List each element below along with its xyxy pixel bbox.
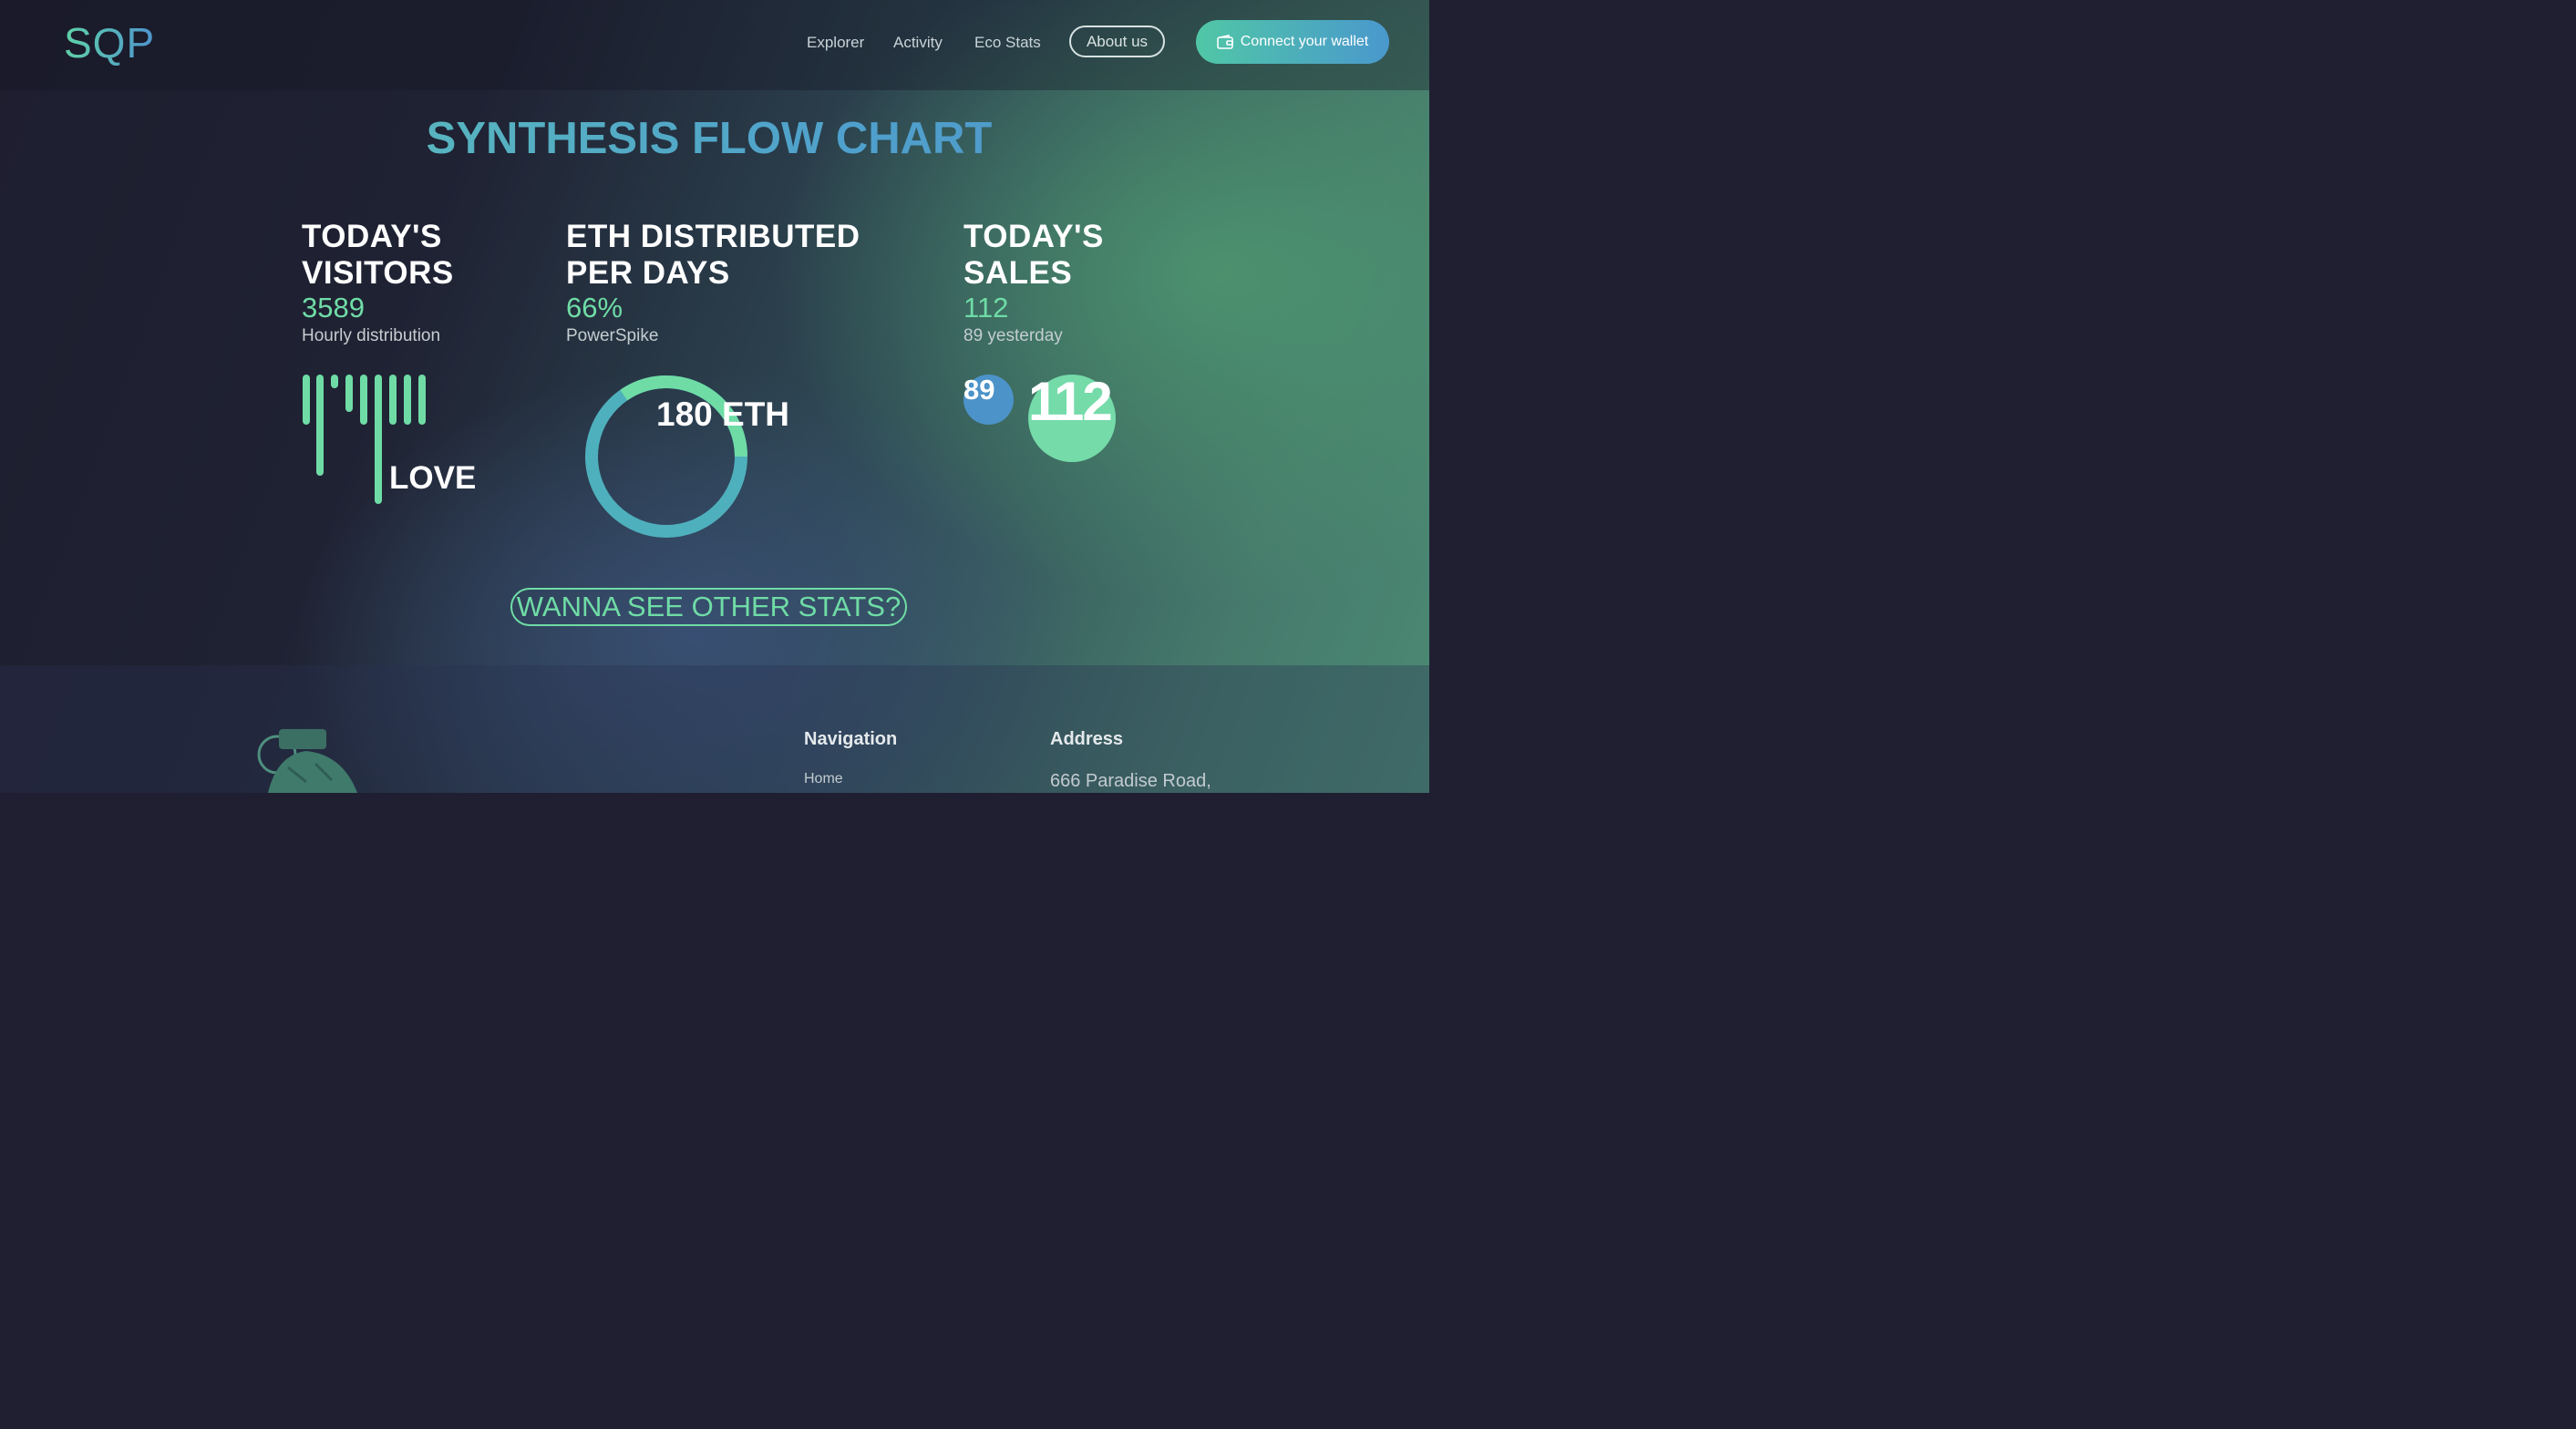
eth-title: ETH DISTRIBUTED PER DAYS	[566, 219, 860, 291]
footer-home-link[interactable]: Home	[804, 771, 843, 787]
visitors-value: 3589	[302, 292, 365, 324]
about-us-button[interactable]: About us	[1069, 26, 1165, 57]
hour-bar	[360, 375, 367, 425]
footer	[0, 665, 1429, 793]
hour-bar	[404, 375, 411, 425]
sales-title: TODAY'S SALES	[963, 219, 1104, 291]
hour-bar	[375, 375, 382, 504]
hour-bar	[331, 375, 338, 388]
today-bubble-label: 112	[1028, 371, 1113, 432]
hour-bar	[316, 375, 324, 476]
grenade-image	[252, 727, 361, 797]
yesterday-bubble-label: 89	[963, 374, 995, 406]
visitors-title: TODAY'S VISITORS	[302, 219, 454, 291]
footer-address-heading: Address	[1050, 729, 1124, 749]
hour-bar	[389, 375, 397, 425]
nav-eco-stats[interactable]: Eco Stats	[974, 34, 1041, 52]
footer-navigation-heading: Navigation	[804, 729, 898, 749]
hour-bar	[345, 375, 353, 412]
eth-value: 66%	[566, 292, 623, 324]
other-stats-button[interactable]: WANNA SEE OTHER STATS?	[510, 588, 907, 626]
chart-label: LOVE	[389, 460, 477, 496]
page-title: SYNTHESIS FLOW CHART	[0, 113, 1418, 164]
hour-bar	[418, 375, 426, 425]
nav-explorer[interactable]: Explorer	[807, 34, 864, 52]
top-navbar: SQP Explorer Activity Eco Stats About us…	[0, 0, 1429, 90]
eth-subtitle: PowerSpike	[566, 326, 659, 345]
donut-label: 180 ETH	[656, 396, 790, 433]
sales-subtitle: 89 yesterday	[963, 326, 1063, 345]
wallet-icon	[1216, 35, 1233, 49]
brand-logo[interactable]: SQP	[64, 18, 155, 67]
hour-bar	[303, 375, 310, 425]
visitors-subtitle: Hourly distribution	[302, 326, 441, 345]
nav-activity[interactable]: Activity	[893, 34, 943, 52]
sales-value: 112	[963, 292, 1009, 324]
footer-address-line: 666 Paradise Road,	[1050, 771, 1211, 791]
connect-wallet-label: Connect your wallet	[1240, 34, 1369, 49]
connect-wallet-button[interactable]: Connect your wallet	[1196, 20, 1389, 64]
